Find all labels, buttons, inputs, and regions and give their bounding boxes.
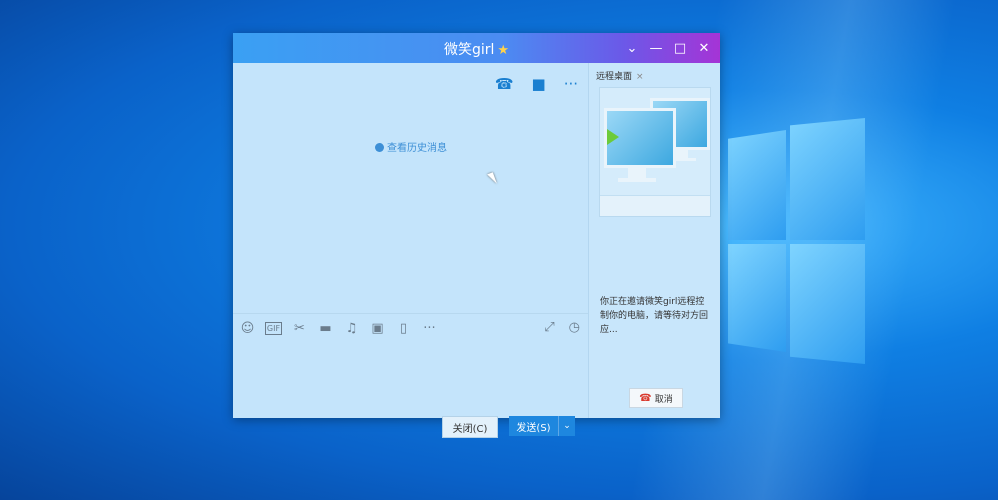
tab-remote-desktop[interactable]: 远程桌面 × — [596, 69, 644, 82]
expand-icon[interactable]: ⤢ — [544, 320, 554, 335]
windows-logo — [728, 118, 865, 364]
history-icon[interactable]: ◷ — [569, 320, 580, 335]
send-label: 发送(S) — [516, 422, 551, 434]
input-toolbar: ☺ GIF ✂ ▬ ♫ ▣ ▯ ··· — [239, 320, 438, 337]
music-icon[interactable]: ♫ — [343, 320, 360, 337]
cancel-button[interactable]: ☎ 取消 — [629, 388, 683, 408]
close-button[interactable]: ✕ — [694, 38, 714, 58]
shake-icon[interactable]: ▯ — [395, 320, 412, 337]
tab-close-icon[interactable]: × — [636, 72, 644, 82]
contact-name: 微笑girl — [443, 42, 495, 58]
scissors-icon[interactable]: ✂ — [291, 320, 308, 337]
send-options-icon[interactable]: ⌄ — [558, 416, 575, 436]
clock-icon — [375, 143, 384, 152]
invite-message: 你正在邀请微笑girl远程控制你的电脑，请等待对方回应... — [600, 297, 709, 335]
cancel-label: 取消 — [654, 394, 673, 405]
more-tools-icon[interactable]: ··· — [421, 320, 438, 337]
send-button[interactable]: 发送(S) ⌄ — [509, 416, 575, 436]
emoji-icon[interactable]: ☺ — [239, 320, 256, 337]
voice-call-icon[interactable]: ☎ — [495, 75, 514, 93]
tab-label: 远程桌面 — [596, 72, 633, 82]
image-icon[interactable]: ▣ — [369, 320, 386, 337]
mouse-cursor — [487, 172, 497, 186]
more-icon[interactable]: ··· — [564, 75, 578, 93]
title-bar[interactable]: 微笑girl ★ ⌄ — □ ✕ — [233, 33, 720, 63]
star-icon: ★ — [497, 43, 510, 58]
gif-icon[interactable]: GIF — [265, 322, 282, 335]
remote-desktop-panel: 远程桌面 × 你正在邀请微笑girl远程控制你的电脑，请等待对方回应... ☎ 取消 — [590, 63, 720, 418]
view-history-link[interactable]: 查看历史消息 — [375, 139, 447, 154]
chat-window: 微笑girl ★ ⌄ — □ ✕ ☎ ■ ··· 查看历史消息 ☺ GIF ✂ ▬… — [233, 33, 720, 438]
hang-up-icon: ☎ — [639, 392, 652, 404]
chat-area: ☎ ■ ··· 查看历史消息 ☺ GIF ✂ ▬ ♫ ▣ ▯ ··· ⤢ ◷ 关… — [233, 63, 589, 438]
close-chat-button[interactable]: 关闭(C) — [442, 416, 498, 438]
chevron-down-icon[interactable]: ⌄ — [622, 38, 642, 58]
input-divider — [233, 313, 588, 314]
video-call-icon[interactable]: ■ — [532, 75, 546, 93]
minimize-button[interactable]: — — [646, 38, 666, 58]
monitor-icon — [604, 108, 676, 168]
history-label: 查看历史消息 — [387, 143, 447, 154]
maximize-button[interactable]: □ — [670, 38, 690, 58]
folder-icon[interactable]: ▬ — [317, 320, 334, 337]
remote-desktop-illustration — [599, 87, 711, 217]
